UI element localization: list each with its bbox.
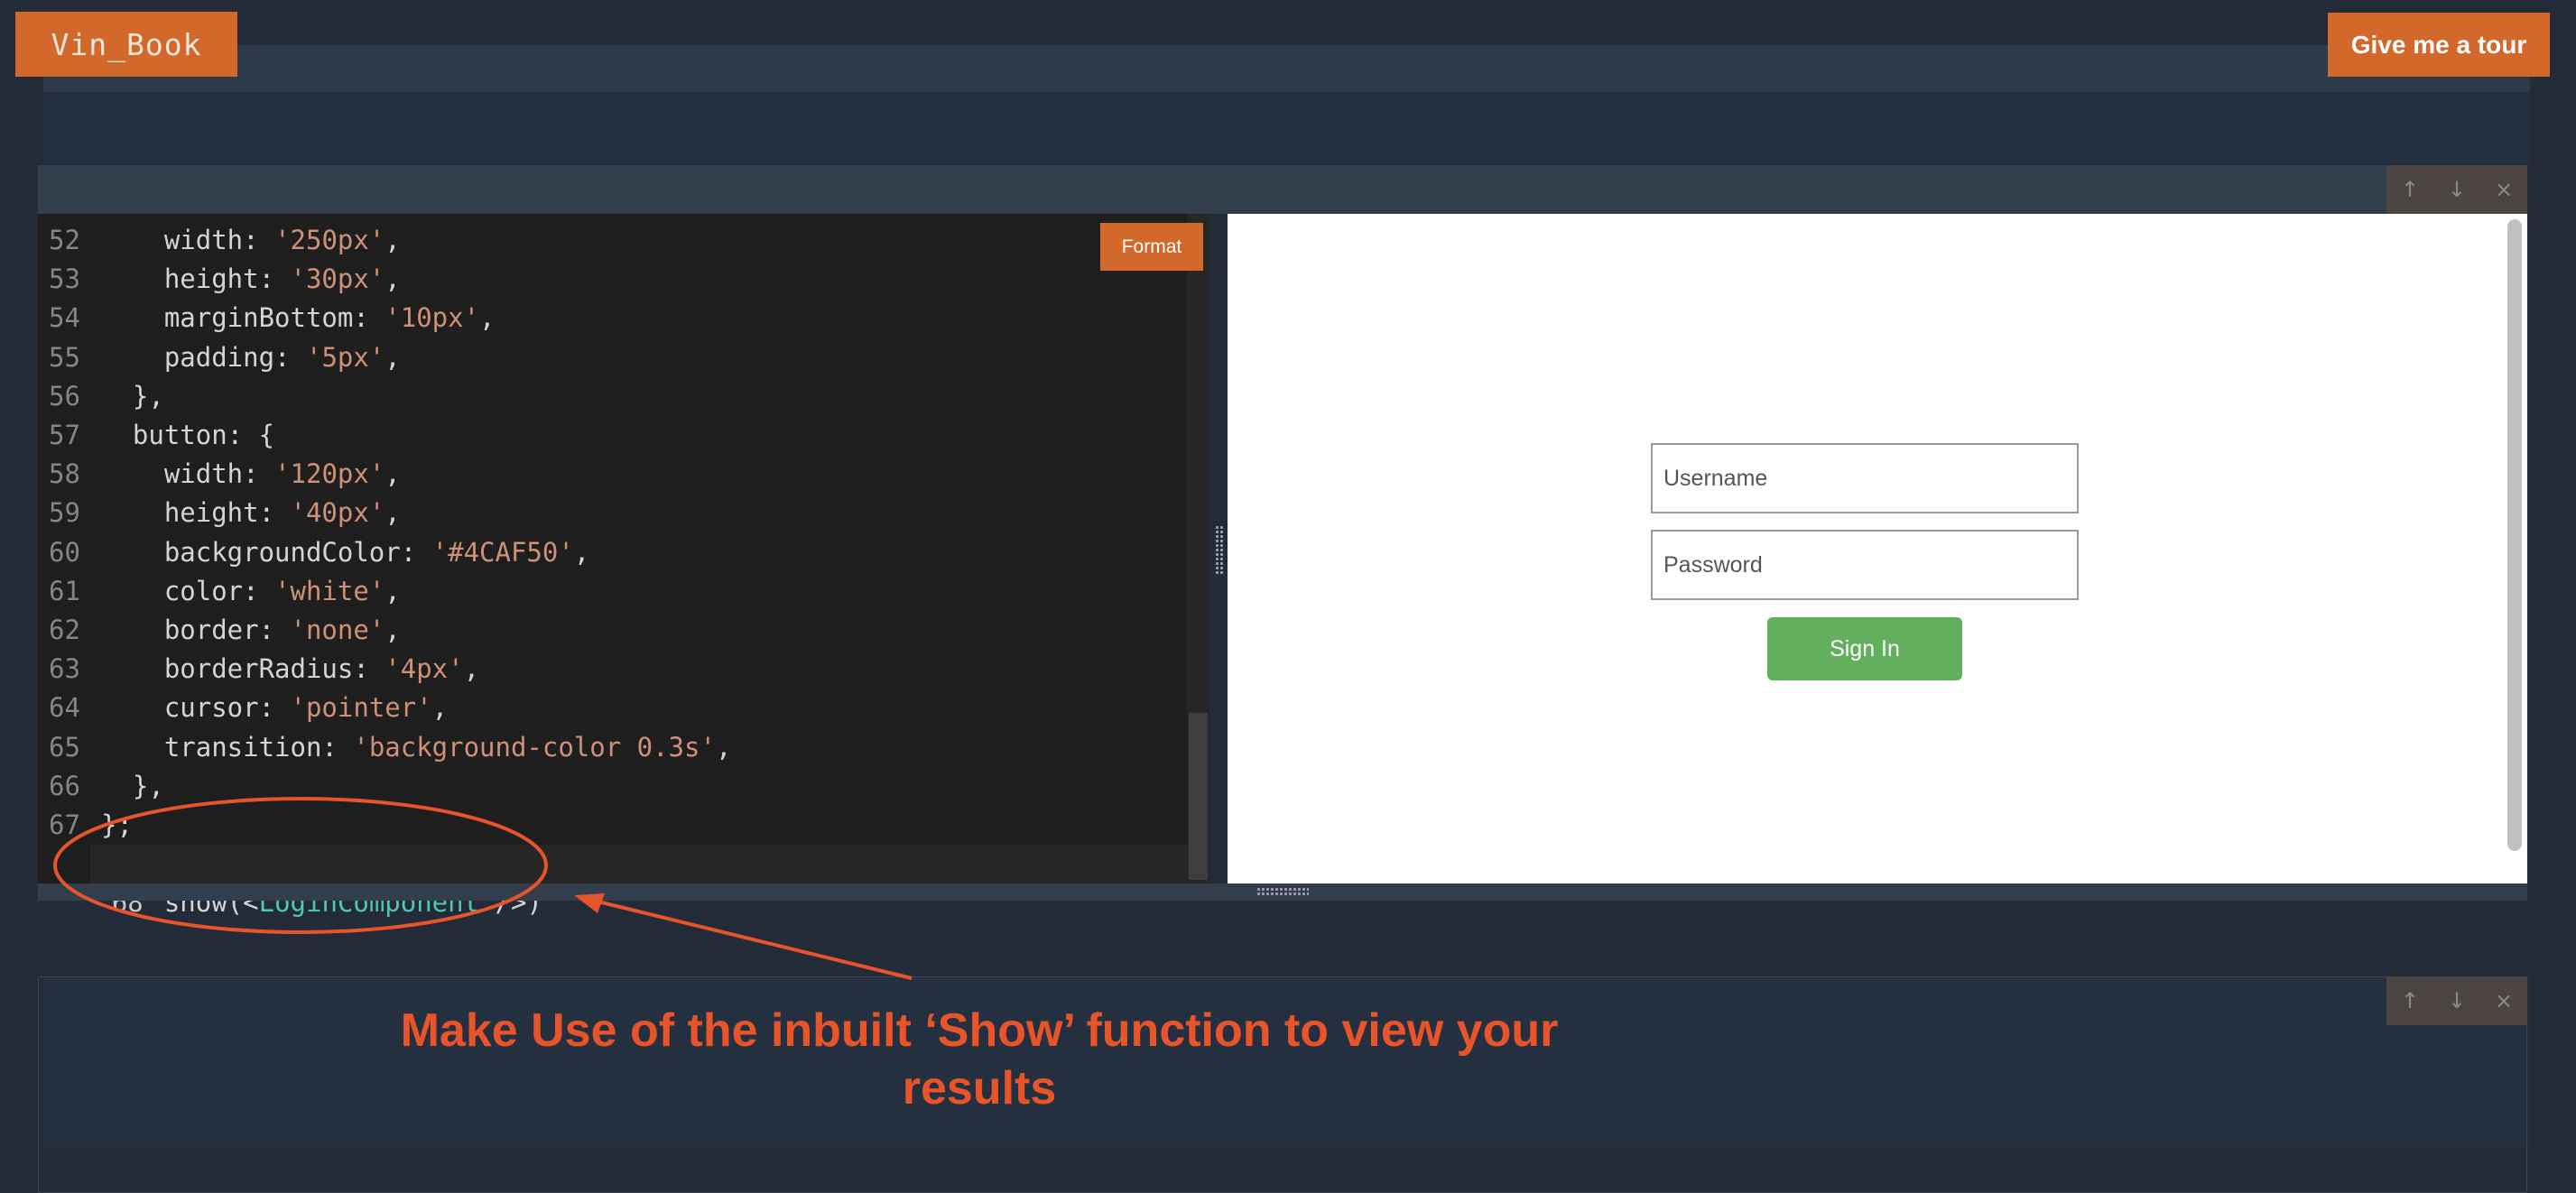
annotation-arrow-head [574,893,605,913]
annotation-note: Make Use of the inbuilt ‘Show’ function … [400,1004,1559,1114]
annotation-arrow-line [586,897,913,980]
annotation-ellipse [53,797,548,934]
